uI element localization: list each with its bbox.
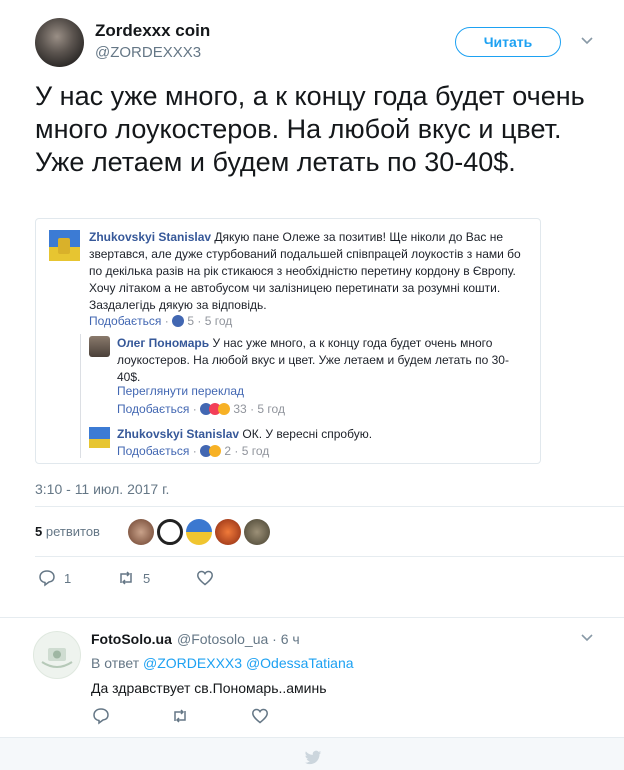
reply-author-avatar[interactable] (33, 631, 81, 679)
reply-icon[interactable] (38, 569, 56, 587)
commenter-avatar (89, 427, 110, 448)
comment-time: 5 год (204, 314, 233, 328)
reply-count: 1 (64, 571, 72, 586)
retweets-count: 5 (35, 524, 43, 539)
like-reaction-icon (172, 315, 185, 327)
comment-time: 5 год (241, 444, 270, 458)
author-avatar[interactable] (35, 18, 84, 67)
in-reply-to: В ответ @ZORDEXXX3 @OdessaTatiana (91, 655, 354, 671)
author-handle[interactable]: @ZORDEXXX3 (95, 44, 201, 61)
fb-like-link: Подобається (117, 402, 190, 416)
tweet-timestamp[interactable]: 3:10 - 11 июл. 2017 г. (35, 481, 169, 497)
commenter-avatar (89, 336, 110, 357)
reply-text: Да здравствует св.Пономарь..аминь (91, 680, 327, 696)
fb-commenter-name: Zhukovskyi Stanislav (117, 427, 240, 441)
fb-comment-text: ОК. У вересні спробую. (242, 427, 373, 441)
twitter-bird-icon (304, 750, 322, 765)
reply-author-handle[interactable]: @Fotosolo_ua · 6 ч (177, 631, 300, 647)
retweeter-avatar[interactable] (244, 519, 270, 545)
fb-like-link: Подобається (89, 314, 162, 328)
divider (0, 617, 624, 618)
fb-comment-3-meta: Подобається · 2 · 5 год (117, 444, 270, 458)
like-icon[interactable] (196, 569, 214, 587)
retweet-count: 5 (143, 571, 151, 586)
fb-comment-1: Zhukovskyi Stanislav Дякую пане Олеже за… (89, 229, 529, 314)
reply-handle-text: @Fotosolo_ua (177, 631, 269, 647)
fb-comment-3: Zhukovskyi Stanislav ОК. У вересні спроб… (117, 426, 527, 443)
fb-comment-2: Олег Пономарь У нас уже много, а к концу… (117, 335, 527, 386)
tweet-text: У нас уже много, а к концу года будет оч… (35, 81, 585, 177)
see-translation-link: Переглянути переклад (117, 384, 245, 398)
reply-thread-line (80, 334, 81, 458)
retweet-icon[interactable] (117, 569, 135, 587)
haha-reaction-icon (209, 445, 222, 457)
retweeter-avatar[interactable] (186, 519, 212, 545)
retweets-stat[interactable]: 5 ретвитов (35, 524, 100, 539)
retweeter-avatar[interactable] (157, 519, 183, 545)
fb-comment-1-meta: Подобається · 5 · 5 год (89, 314, 233, 328)
in-reply-prefix: В ответ (91, 655, 140, 671)
comment-time: 5 год (257, 402, 285, 416)
fb-commenter-name: Zhukovskyi Stanislav (89, 230, 212, 244)
retweeter-avatar[interactable] (215, 519, 241, 545)
mention-link[interactable]: @ZORDEXXX3 (143, 655, 242, 671)
follow-button[interactable]: Читать (455, 27, 561, 57)
reaction-count: 5 (187, 314, 195, 328)
retweeter-avatar[interactable] (128, 519, 154, 545)
chevron-down-icon[interactable] (580, 631, 594, 645)
fotosolo-logo-icon (41, 648, 73, 668)
retweets-label: ретвитов (45, 524, 100, 539)
reaction-count: 2 (224, 444, 232, 458)
fb-comment-2-meta: Подобається · 33 · 5 год (117, 402, 285, 416)
reaction-count: 33 (233, 402, 247, 416)
haha-reaction-icon (218, 403, 231, 415)
reply-author-name[interactable]: FotoSolo.ua (91, 631, 172, 647)
fb-commenter-name: Олег Пономарь (117, 336, 210, 350)
commenter-avatar (49, 230, 80, 261)
footer-bar (0, 737, 624, 770)
reply-time[interactable]: 6 ч (281, 631, 300, 647)
like-icon[interactable] (251, 707, 269, 725)
mention-link[interactable]: @OdessaTatiana (246, 655, 354, 671)
divider (35, 556, 624, 557)
retweet-icon[interactable] (171, 707, 189, 725)
fb-like-link: Подобається (117, 444, 190, 458)
divider (35, 506, 624, 507)
reply-icon[interactable] (92, 707, 110, 725)
author-name[interactable]: Zordexxx coin (95, 21, 210, 41)
chevron-down-icon[interactable] (580, 34, 594, 48)
